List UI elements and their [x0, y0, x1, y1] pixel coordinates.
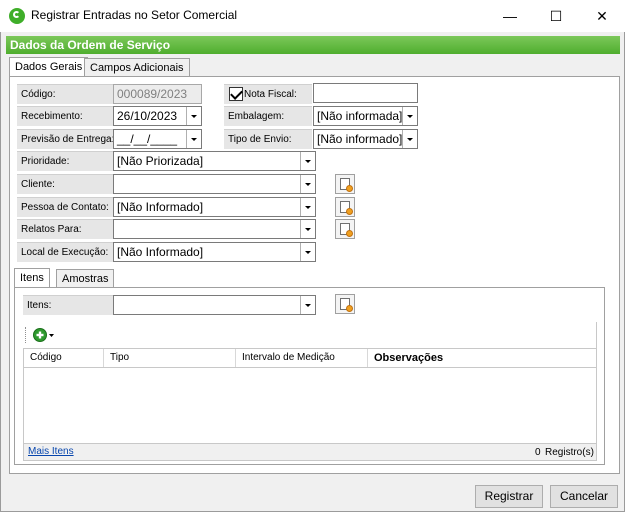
- registrar-button[interactable]: Registrar: [475, 485, 543, 508]
- local-execucao-value: [Não Informado]: [117, 245, 204, 259]
- title-bar: Registrar Entradas no Setor Comercial — …: [0, 0, 625, 32]
- embalagem-value: [Não informada]: [317, 109, 403, 123]
- column-header-intervalo[interactable]: Intervalo de Medição: [236, 349, 368, 367]
- pessoa-contato-select[interactable]: [Não Informado]: [113, 197, 316, 217]
- maximize-button[interactable]: ☐: [533, 0, 579, 32]
- recebimento-label: Recebimento:: [17, 106, 113, 126]
- tab-amostras[interactable]: Amostras: [56, 269, 115, 288]
- grid-footer: Mais Itens 0 Registro(s): [23, 444, 597, 461]
- app-icon: [9, 8, 25, 24]
- chevron-down-icon[interactable]: [300, 175, 315, 193]
- cancelar-button[interactable]: Cancelar: [550, 485, 618, 508]
- nota-fiscal-field[interactable]: [313, 83, 418, 103]
- chevron-down-icon[interactable]: [402, 107, 417, 125]
- prioridade-label: Prioridade:: [17, 151, 113, 171]
- local-execucao-label: Local de Execução:: [17, 242, 113, 262]
- column-header-observacoes[interactable]: Observações: [368, 349, 596, 367]
- pessoa-contato-value: [Não Informado]: [117, 200, 204, 214]
- tipo-envio-value: [Não informado]: [317, 132, 403, 146]
- mais-itens-link[interactable]: Mais Itens: [28, 446, 74, 457]
- codigo-label: Código:: [17, 84, 113, 104]
- add-item-button[interactable]: [33, 327, 57, 343]
- star-icon: [346, 305, 353, 312]
- toolbar-grip: [25, 327, 27, 343]
- itens-select[interactable]: [113, 295, 316, 315]
- itens-add-button[interactable]: [335, 294, 355, 314]
- chevron-down-icon[interactable]: [186, 107, 201, 125]
- close-button[interactable]: ✕: [579, 0, 625, 32]
- column-header-tipo[interactable]: Tipo: [104, 349, 236, 367]
- previsao-value: __/__/____: [117, 132, 178, 146]
- star-icon: [346, 185, 353, 192]
- grid-header: Código Tipo Intervalo de Medição Observa…: [24, 349, 596, 368]
- tipo-envio-label: Tipo de Envio:: [224, 129, 312, 149]
- local-execucao-select[interactable]: [Não Informado]: [113, 242, 316, 262]
- section-title: Dados da Ordem de Serviço: [6, 36, 620, 54]
- tab-dados-gerais[interactable]: Dados Gerais: [9, 57, 89, 77]
- embalagem-select[interactable]: [Não informada]: [313, 106, 418, 126]
- registrar-label: Registrar: [484, 489, 534, 503]
- recebimento-field[interactable]: 26/10/2023: [113, 106, 202, 126]
- grid-toolbar: [23, 322, 597, 348]
- chevron-down-icon[interactable]: [402, 130, 417, 148]
- relatos-para-select[interactable]: [113, 219, 316, 239]
- prioridade-value: [Não Priorizada]: [117, 154, 204, 168]
- pessoa-contato-label: Pessoa de Contato:: [17, 197, 113, 217]
- chevron-down-icon[interactable]: [300, 152, 315, 170]
- cancelar-label: Cancelar: [559, 489, 609, 503]
- recebimento-value: 26/10/2023: [117, 109, 178, 123]
- record-count: 0: [535, 447, 541, 458]
- cliente-add-button[interactable]: [335, 174, 355, 194]
- pessoa-contato-add-button[interactable]: [335, 197, 355, 217]
- tab-itens[interactable]: Itens: [14, 268, 50, 288]
- tab-campos-adicionais[interactable]: Campos Adicionais: [84, 58, 190, 77]
- plus-icon: [33, 328, 54, 342]
- column-header-codigo[interactable]: Código: [24, 349, 104, 367]
- star-icon: [346, 230, 353, 237]
- previsao-label: Previsão de Entrega:: [17, 129, 114, 149]
- itens-grid[interactable]: Código Tipo Intervalo de Medição Observa…: [23, 348, 597, 444]
- embalagem-label: Embalagem:: [224, 106, 312, 126]
- relatos-para-label: Relatos Para:: [17, 219, 113, 239]
- window-title: Registrar Entradas no Setor Comercial: [31, 8, 238, 22]
- tipo-envio-select[interactable]: [Não informado]: [313, 129, 418, 149]
- chevron-down-icon[interactable]: [300, 296, 315, 314]
- chevron-down-icon[interactable]: [300, 243, 315, 261]
- cliente-label: Cliente:: [17, 174, 113, 194]
- nota-fiscal-checkbox[interactable]: [229, 87, 243, 101]
- itens-label: Itens:: [23, 295, 113, 315]
- chevron-down-icon[interactable]: [186, 130, 201, 148]
- minimize-button[interactable]: —: [487, 0, 533, 32]
- previsao-field[interactable]: __/__/____: [113, 129, 202, 149]
- chevron-down-icon[interactable]: [300, 220, 315, 238]
- chevron-down-icon[interactable]: [300, 198, 315, 216]
- prioridade-select[interactable]: [Não Priorizada]: [113, 151, 316, 171]
- record-count-label: Registro(s): [545, 447, 594, 458]
- cliente-select[interactable]: [113, 174, 316, 194]
- relatos-para-add-button[interactable]: [335, 219, 355, 239]
- codigo-field: 000089/2023: [113, 84, 202, 104]
- star-icon: [346, 208, 353, 215]
